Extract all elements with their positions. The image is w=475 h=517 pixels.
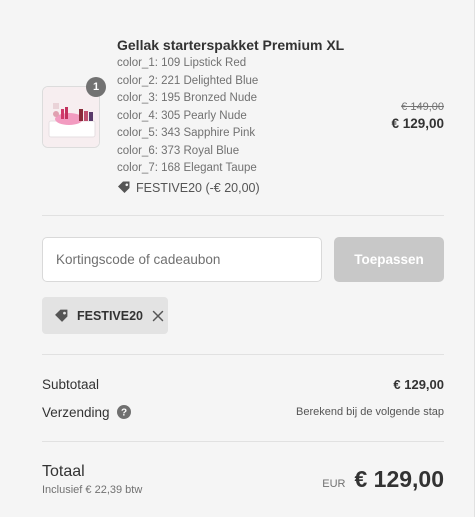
tax-note: Inclusief € 22,39 btw — [42, 483, 143, 496]
total-value: € 129,00 — [354, 465, 444, 492]
shipping-label: Verzending — [42, 404, 110, 420]
total-row: Totaal Inclusief € 22,39 btw EUR € 129,0… — [42, 462, 444, 496]
current-price: € 129,00 — [391, 116, 444, 131]
tag-icon — [117, 181, 131, 194]
original-price: € 149,00 — [401, 101, 444, 113]
divider — [42, 354, 444, 355]
subtotal-row: Subtotaal € 129,00 — [42, 375, 444, 393]
tag-icon — [54, 309, 69, 323]
applied-code-label: FESTIVE20 — [77, 308, 143, 323]
divider — [42, 441, 444, 442]
product-prices: € 149,00 € 129,00 — [391, 100, 444, 133]
subtotal-value: € 129,00 — [393, 376, 444, 392]
divider — [42, 215, 444, 216]
total-label-group: Totaal Inclusief € 22,39 btw — [42, 462, 142, 497]
discount-code-input[interactable] — [42, 237, 322, 282]
shipping-row: Verzending ? Berekend bij de volgende st… — [42, 402, 444, 422]
applied-code-chip: FESTIVE20 — [42, 297, 168, 334]
product-discount-text: FESTIVE20 (-€ 20,00) — [136, 180, 260, 195]
variant-option: color_6: 373 Royal Blue — [117, 144, 240, 157]
variant-option: color_1: 109 Lipstick Red — [117, 57, 247, 69]
variant-option: color_3: 195 Bronzed Nude — [117, 92, 258, 104]
apply-button[interactable]: Toepassen — [334, 237, 444, 282]
variant-option: color_5: 343 Sapphire Pink — [117, 127, 256, 139]
shipping-label-group: Verzending ? — [42, 405, 131, 420]
product-image-wrapper: 1 — [42, 77, 106, 148]
subtotal-label: Subtotaal — [42, 376, 100, 392]
variant-list: color_1: 109 Lipstick Red color_2: 221 D… — [117, 55, 347, 178]
variant-option: color_2: 221 Delighted Blue — [117, 74, 259, 87]
question-mark-icon[interactable]: ? — [116, 405, 131, 419]
variant-option: color_7: 168 Elegant Taupe — [117, 162, 257, 174]
close-icon[interactable] — [152, 310, 164, 322]
currency-code: EUR — [322, 477, 346, 490]
product-title: Gellak starterspakket Premium XL — [117, 37, 345, 53]
product-info: Gellak starterspakket Premium XL color_1… — [117, 36, 347, 197]
total-label: Totaal — [42, 462, 85, 480]
quantity-badge: 1 — [86, 77, 106, 97]
variant-option: color_4: 305 Pearly Nude — [117, 109, 247, 122]
product-discount: FESTIVE20 (-€ 20,00) — [117, 179, 347, 197]
total-amount: EUR € 129,00 — [322, 466, 444, 493]
svg-text:?: ? — [121, 408, 127, 419]
shipping-value: Berekend bij de volgende stap — [296, 406, 444, 418]
